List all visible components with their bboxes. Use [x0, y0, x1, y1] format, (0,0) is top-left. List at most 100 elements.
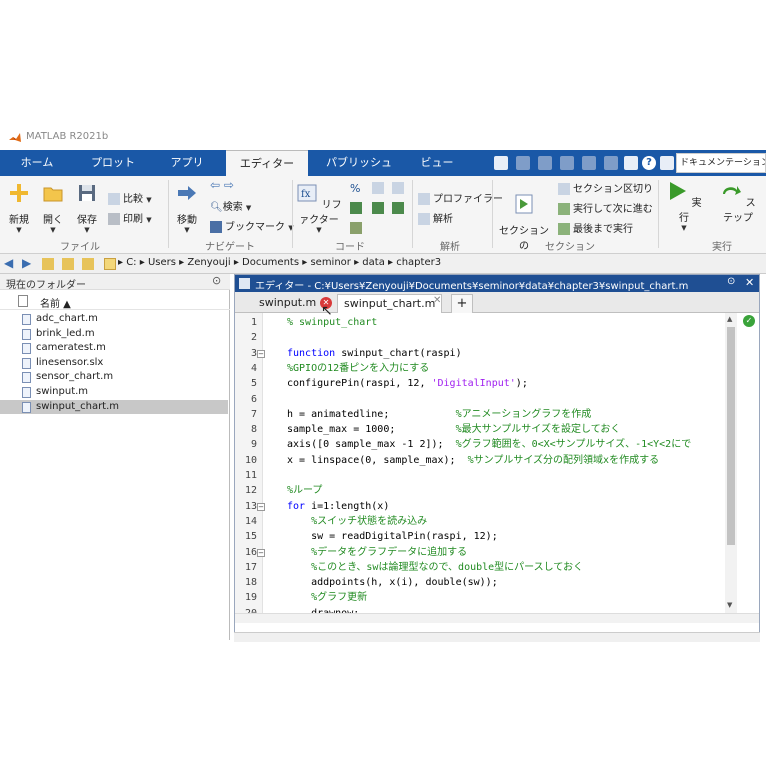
- crumb[interactable]: seminor: [310, 257, 350, 268]
- back-forward-buttons[interactable]: ⇦ ⇨: [210, 178, 234, 192]
- code-line[interactable]: %このとき、swは論理型なので、double型にパースしておく: [287, 560, 583, 575]
- find-button[interactable]: 🔍︎検索 ▼: [210, 198, 251, 213]
- expand-icon[interactable]: [660, 156, 674, 170]
- section-group-label: セクション: [545, 242, 595, 253]
- crumb[interactable]: chapter3: [396, 257, 441, 268]
- back-arrow-icon[interactable]: ◀: [4, 256, 13, 270]
- code-line[interactable]: x = linspace(0, sample_max); %サンプルサイズ分の配…: [287, 453, 659, 468]
- file-list-item[interactable]: linesensor.slx: [0, 356, 228, 371]
- help-icon[interactable]: ?: [642, 156, 656, 170]
- scrollbar-thumb[interactable]: [727, 327, 735, 545]
- doc-search-input[interactable]: ドキュメンテーションの検: [676, 153, 766, 173]
- crumb[interactable]: data: [362, 257, 385, 268]
- up-folder-icon[interactable]: [42, 258, 54, 270]
- dock-menu-icon[interactable]: ⊙: [727, 276, 735, 287]
- indent-icon[interactable]: [372, 202, 384, 214]
- crumb[interactable]: Users: [148, 257, 176, 268]
- comment-percent-icon[interactable]: %: [350, 182, 360, 195]
- crumb[interactable]: Documents: [242, 257, 299, 268]
- crumb[interactable]: C:: [126, 257, 136, 268]
- code-line[interactable]: drawnow;: [287, 606, 359, 613]
- step-button[interactable]: ステップ: [716, 180, 760, 224]
- run-button[interactable]: 実行 ▼: [666, 180, 702, 232]
- compare-button[interactable]: 比較 ▼: [108, 190, 152, 205]
- undo-icon[interactable]: [582, 156, 596, 170]
- code-ok-check-icon[interactable]: ✓: [743, 315, 755, 327]
- uncomment-icon[interactable]: [372, 182, 384, 194]
- smart-indent-icon[interactable]: [350, 202, 362, 214]
- code-line[interactable]: for i=1:length(x): [287, 499, 389, 514]
- browse-folder-icon[interactable]: [62, 258, 74, 270]
- group-divider: [168, 180, 169, 248]
- code-line[interactable]: h = animatedline; %アニメーショングラフを作成: [287, 407, 591, 422]
- add-tab-button[interactable]: +: [451, 294, 473, 313]
- group-divider: [658, 180, 659, 248]
- forward-arrow-icon[interactable]: ▶: [22, 256, 31, 270]
- new-button[interactable]: 新規 ▼: [4, 182, 34, 234]
- vertical-scrollbar[interactable]: ▲ ▼: [725, 313, 737, 613]
- copy-icon[interactable]: [538, 156, 552, 170]
- code-line[interactable]: %ループ: [287, 483, 322, 498]
- tab-view[interactable]: ビュー: [416, 150, 458, 176]
- crumb[interactable]: Zenyouji: [187, 257, 230, 268]
- close-tab-icon[interactable]: ✕: [433, 295, 441, 306]
- paste-icon[interactable]: [560, 156, 574, 170]
- save-icon[interactable]: [494, 156, 508, 170]
- code-line[interactable]: axis([0 sample_max -1 2]); %グラフ範囲を、0<X<サ…: [287, 437, 691, 452]
- print-button[interactable]: 印刷 ▼: [108, 210, 152, 225]
- code-area[interactable]: % swinput_chart function swinput_chart(ra…: [235, 313, 725, 613]
- code-line[interactable]: %スイッチ状態を読み込み: [287, 514, 427, 529]
- tab-swinput[interactable]: swinput.m: [253, 294, 322, 313]
- run-advance-button[interactable]: 実行して次に進む: [558, 200, 653, 215]
- save-disk-icon: [79, 185, 95, 201]
- insert-function-icon[interactable]: [350, 222, 362, 234]
- run-to-end-icon: [558, 223, 570, 235]
- scroll-up-icon[interactable]: ▲: [727, 315, 732, 323]
- tab-apps[interactable]: アプリ: [164, 150, 210, 176]
- file-list-item[interactable]: swinput.m: [0, 385, 228, 400]
- code-line[interactable]: sample_max = 1000; %最大サンプルサイズを設定しておく: [287, 422, 620, 437]
- pane-menu-icon[interactable]: ⊙: [212, 274, 221, 287]
- horizontal-scrollbar[interactable]: [235, 613, 759, 623]
- section-break-button[interactable]: セクション区切り: [558, 180, 653, 195]
- code-line[interactable]: % swinput_chart: [287, 315, 377, 330]
- tab-home[interactable]: ホーム: [14, 150, 60, 176]
- code-line[interactable]: function swinput_chart(raspi): [287, 346, 462, 361]
- wrap-comments-icon[interactable]: [392, 182, 404, 194]
- editor-title-bar: エディター - C:¥Users¥Zenyouji¥Documents¥semi…: [235, 275, 759, 292]
- file-list-item[interactable]: sensor_chart.m: [0, 370, 228, 385]
- redo-icon[interactable]: [604, 156, 618, 170]
- code-line[interactable]: %データをグラフデータに追加する: [287, 545, 467, 560]
- file-list-item[interactable]: swinput_chart.m: [0, 399, 228, 415]
- open-button[interactable]: 開く ▼: [38, 182, 68, 234]
- tab-plots[interactable]: プロット: [88, 150, 138, 176]
- file-list-item[interactable]: adc_chart.m: [0, 312, 228, 327]
- code-line[interactable]: configurePin(raspi, 12, 'DigitalInput');: [287, 376, 528, 391]
- save-button[interactable]: 保存 ▼: [72, 182, 102, 234]
- tab-publish[interactable]: パブリッシュ: [326, 150, 392, 176]
- tab-editor[interactable]: エディター: [226, 150, 308, 176]
- file-list-item[interactable]: cameratest.m: [0, 341, 228, 356]
- file-list-item[interactable]: brink_led.m: [0, 327, 228, 342]
- tab-swinput-chart[interactable]: swinput_chart.m: [337, 294, 443, 313]
- close-icon[interactable]: ✕: [745, 276, 754, 289]
- move-button[interactable]: 移動 ▼: [172, 182, 202, 234]
- outdent-icon[interactable]: [392, 202, 404, 214]
- cut-icon[interactable]: [516, 156, 530, 170]
- code-line[interactable]: %グラフ更新: [287, 590, 367, 605]
- title-bar: MATLAB R2021b: [0, 126, 766, 150]
- code-line[interactable]: addpoints(h, x(i), double(sw));: [287, 575, 498, 590]
- group-divider: [492, 180, 493, 248]
- bookmark-button[interactable]: ブックマーク ▼: [210, 218, 294, 233]
- code-line[interactable]: sw = readDigitalPin(raspi, 12);: [287, 529, 498, 544]
- folder-tree-icon[interactable]: [82, 258, 94, 270]
- code-line[interactable]: %GPIOの12番ピンを入力にする: [287, 361, 429, 376]
- profiler-button[interactable]: プロファイラー: [418, 190, 503, 205]
- scroll-down-icon[interactable]: ▼: [727, 601, 732, 609]
- analyze-button[interactable]: 解析: [418, 210, 453, 225]
- name-column-header[interactable]: 名前 ▲: [0, 292, 230, 310]
- breadcrumb[interactable]: ▸ C: ▸ Users ▸ Zenyouji ▸ Documents ▸ se…: [118, 257, 441, 268]
- run-to-end-button[interactable]: 最後まで実行: [558, 220, 633, 235]
- refactor-button[interactable]: fx リファクター ▼: [296, 182, 342, 234]
- switch-windows-icon[interactable]: [624, 156, 638, 170]
